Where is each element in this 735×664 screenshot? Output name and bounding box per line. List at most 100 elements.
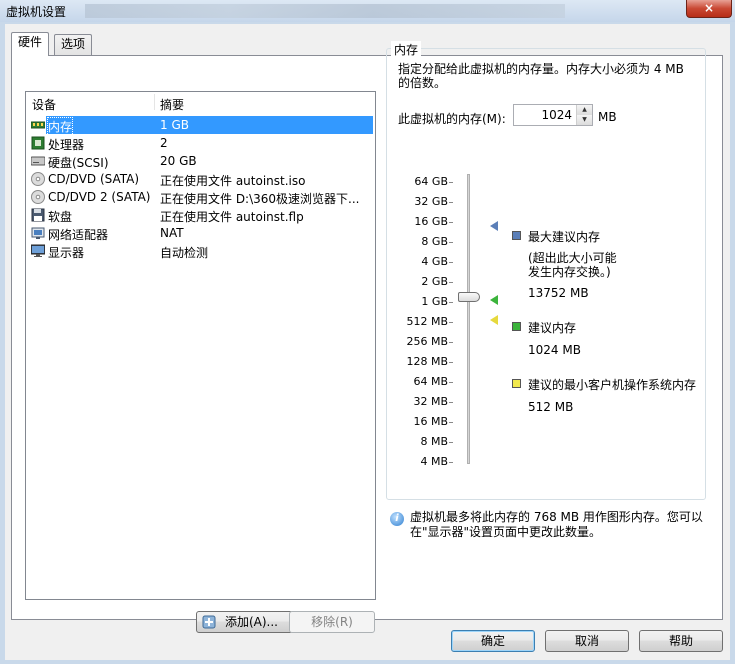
device-row-processor[interactable]: 处理器 2 [26, 134, 375, 152]
memory-icon [31, 121, 45, 129]
scale-label: 32 GB [414, 195, 448, 208]
device-summary: 正在使用文件 autoinst.flp [160, 210, 304, 224]
scale-label: 16 MB [413, 415, 448, 428]
device-name: CD/DVD 2 (SATA) [48, 190, 151, 204]
memory-description: 指定分配给此虚拟机的内存量。内存大小必须为 4 MB 的倍数。 [398, 62, 684, 90]
max-recommended-title: 最大建议内存 [528, 230, 601, 244]
scale-label: 128 MB [406, 355, 448, 368]
memory-field-label: 此虚拟机的内存(M): [398, 112, 506, 126]
memory-unit: MB [598, 110, 617, 124]
minimum-legend-icon [512, 379, 521, 388]
scale-tick [449, 282, 453, 283]
max-recommended-note: (超出此大小可能发生内存交换。) [528, 251, 617, 279]
minimum-value: 512 MB [528, 400, 574, 414]
minimum-title: 建议的最小客户机操作系统内存 [528, 378, 697, 392]
scale-tick [449, 362, 453, 363]
scale-label: 512 MB [406, 315, 448, 328]
cd-dvd-icon [31, 172, 45, 186]
scale-label: 8 GB [421, 235, 448, 248]
spin-down-arrow-icon[interactable]: ▼ [576, 115, 592, 125]
recommended-marker-icon [490, 295, 498, 305]
scale-tick [449, 462, 453, 463]
add-hardware-icon [202, 615, 216, 629]
device-list[interactable]: 设备 摘要 内存 1 GB 处理器 2 硬盘(SCSI) 20 GB CD/DV… [25, 91, 376, 600]
info-icon: i [390, 512, 404, 526]
scale-label: 4 MB [420, 455, 448, 468]
spin-up-arrow-icon[interactable]: ▲ [576, 105, 592, 115]
scale-tick [449, 422, 453, 423]
scale-tick [449, 202, 453, 203]
cancel-button[interactable]: 取消 [545, 630, 629, 652]
device-summary: 1 GB [160, 118, 189, 132]
memory-input[interactable] [516, 107, 572, 123]
memory-slider-track[interactable] [467, 174, 470, 464]
title-bar: 虚拟机设置 × [0, 0, 735, 22]
scale-tick [449, 262, 453, 263]
device-row-memory[interactable]: 内存 1 GB [26, 116, 375, 136]
network-adapter-icon [31, 227, 45, 239]
graphics-memory-info: 虚拟机最多将此内存的 768 MB 用作图形内存。您可以在"显示器"设置页面中更… [410, 510, 703, 539]
help-button[interactable]: 帮助 [639, 630, 723, 652]
device-row-cd-dvd-2-sata[interactable]: CD/DVD 2 (SATA) 正在使用文件 D:\360极速浏览器下... [26, 188, 375, 206]
max-recommended-marker-icon [490, 221, 498, 231]
scale-label: 256 MB [406, 335, 448, 348]
device-name: 软盘 [48, 210, 73, 224]
add-device-button[interactable]: 添加(A)... [196, 611, 293, 633]
scale-tick [449, 382, 453, 383]
device-name: 显示器 [48, 246, 85, 260]
processor-icon [31, 136, 45, 150]
floppy-icon [31, 208, 45, 222]
add-button-label: 添加(A)... [224, 615, 279, 629]
memory-spinbox[interactable]: ▲ ▼ [513, 104, 593, 126]
device-summary: 2 [160, 136, 168, 150]
scale-tick [449, 322, 453, 323]
column-header-summary[interactable]: 摘要 [160, 96, 184, 113]
device-row-network-adapter[interactable]: 网络适配器 NAT [26, 224, 375, 242]
device-row-floppy[interactable]: 软盘 正在使用文件 autoinst.flp [26, 206, 375, 224]
scale-tick [449, 442, 453, 443]
device-name: 处理器 [48, 138, 85, 152]
scale-tick [449, 302, 453, 303]
scale-tick [449, 222, 453, 223]
scale-label: 8 MB [420, 435, 448, 448]
tab-hardware[interactable]: 硬件 [11, 32, 50, 56]
max-recommended-legend-icon [512, 231, 521, 240]
recommended-value: 1024 MB [528, 343, 581, 357]
scale-label: 16 GB [414, 215, 448, 228]
scale-label: 64 MB [413, 375, 448, 388]
scale-label: 1 GB [421, 295, 448, 308]
max-recommended-value: 13752 MB [528, 286, 589, 300]
memory-slider-thumb[interactable] [458, 292, 480, 302]
device-name: 内存 [46, 117, 74, 136]
device-row-cd-dvd-sata[interactable]: CD/DVD (SATA) 正在使用文件 autoinst.iso [26, 170, 375, 188]
recommended-title: 建议内存 [528, 321, 577, 335]
cd-dvd-icon [31, 190, 45, 204]
device-list-header: 设备 摘要 [26, 92, 375, 112]
scale-tick [449, 402, 453, 403]
close-button[interactable]: × [686, 0, 732, 18]
blurred-background-region [85, 4, 565, 18]
device-name: 硬盘(SCSI) [48, 156, 109, 170]
scale-label: 2 GB [421, 275, 448, 288]
display-icon [31, 244, 45, 257]
device-name: 网络适配器 [48, 228, 109, 242]
scale-label: 64 GB [414, 175, 448, 188]
device-summary: 正在使用文件 D:\360极速浏览器下... [160, 192, 360, 206]
scale-tick [449, 182, 453, 183]
window-title: 虚拟机设置 [6, 5, 67, 19]
device-summary: 正在使用文件 autoinst.iso [160, 174, 306, 188]
remove-device-button[interactable]: 移除(R) [289, 611, 375, 633]
scale-label: 4 GB [421, 255, 448, 268]
tab-options[interactable]: 选项 [54, 34, 93, 55]
ok-button[interactable]: 确定 [451, 630, 535, 652]
recommended-legend-icon [512, 322, 521, 331]
column-divider [154, 94, 155, 110]
device-row-display[interactable]: 显示器 自动检测 [26, 242, 375, 260]
device-summary: NAT [160, 226, 184, 240]
scale-tick [449, 342, 453, 343]
minimum-marker-icon [490, 315, 498, 325]
column-header-device[interactable]: 设备 [32, 96, 56, 113]
hard-disk-icon [31, 156, 45, 166]
scale-label: 32 MB [413, 395, 448, 408]
device-row-hard-disk[interactable]: 硬盘(SCSI) 20 GB [26, 152, 375, 170]
